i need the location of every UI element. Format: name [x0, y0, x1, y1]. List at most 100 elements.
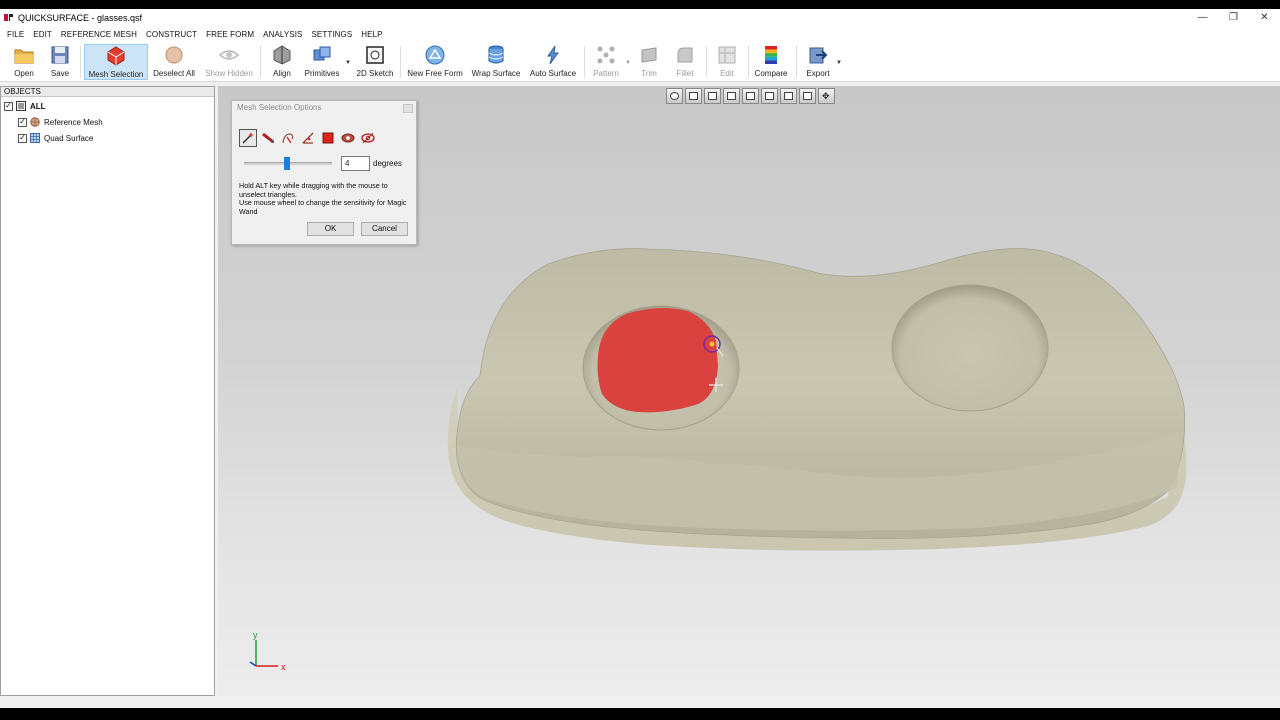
polyline-tool-button[interactable] [299, 129, 317, 147]
align-icon [273, 45, 291, 65]
menu-free-form[interactable]: FREE FORM [206, 30, 254, 39]
top-letterbox [0, 0, 1280, 9]
2d-sketch-button[interactable]: 2D Sketch [356, 44, 394, 80]
degrees-input[interactable]: 4 [341, 156, 370, 171]
brush-icon [262, 132, 275, 144]
reference-mesh-checkbox[interactable]: ✓ [18, 117, 27, 127]
deselect-all-label: Deselect All [153, 69, 195, 78]
hide-eye-icon [341, 133, 355, 143]
rectangle-tool-button[interactable] [319, 129, 337, 147]
align-button[interactable]: Align [268, 44, 296, 80]
primitives-button[interactable]: Primitives [304, 44, 340, 80]
axis-y-label: y [253, 630, 258, 640]
auto-surface-label: Auto Surface [529, 69, 577, 78]
new-free-form-label: New Free Form [407, 69, 463, 78]
rectangle-select-icon [322, 132, 334, 144]
separator [80, 46, 81, 78]
separator [706, 46, 707, 78]
show-hidden-button[interactable]: Show Hidden [204, 44, 254, 80]
all-checkbox[interactable]: ✓ [4, 101, 13, 111]
reference-mesh-label: Reference Mesh [44, 117, 103, 127]
compare-button[interactable]: Compare [754, 44, 788, 80]
objects-header: OBJECTS [1, 87, 214, 97]
quad-grid-icon [30, 133, 40, 143]
separator [400, 46, 401, 78]
fillet-button[interactable]: Fillet [672, 44, 698, 80]
hint-line-1: Hold ALT key while dragging with the mou… [239, 181, 388, 199]
edit-button[interactable]: Edit [714, 44, 740, 80]
open-button[interactable]: Open [8, 44, 40, 80]
primitives-dropdown-icon[interactable]: ▼ [345, 60, 351, 66]
app-logo-icon [3, 12, 14, 23]
hide-selected-button[interactable] [339, 129, 357, 147]
primitives-icon [313, 46, 331, 61]
export-dropdown-icon[interactable]: ▼ [836, 60, 842, 66]
sketch-icon [366, 46, 384, 64]
show-selected-button[interactable] [359, 129, 377, 147]
menu-settings[interactable]: SETTINGS [311, 30, 352, 39]
pattern-button[interactable]: Pattern [590, 44, 622, 80]
quad-surface-checkbox[interactable]: ✓ [18, 133, 27, 143]
axis-x-label: x [281, 662, 286, 672]
magic-wand-tool-button[interactable] [239, 129, 257, 147]
edit-icon [718, 46, 736, 64]
axis-triad: y x [249, 630, 286, 672]
tree-item-reference-mesh[interactable]: ✓ Reference Mesh [18, 116, 103, 128]
menu-edit[interactable]: EDIT [33, 30, 52, 39]
selected-triangles-region [597, 308, 718, 413]
export-button[interactable]: Export [804, 44, 832, 80]
menu-help[interactable]: HELP [361, 30, 382, 39]
separator [796, 46, 797, 78]
sensitivity-slider-thumb[interactable] [284, 157, 290, 170]
lasso-tool-button[interactable] [279, 129, 297, 147]
main-toolbar: Open Save Mesh Selection Deselect All Sh… [0, 42, 1280, 82]
show-hidden-label: Show Hidden [205, 69, 253, 78]
polyline-select-icon [302, 132, 314, 144]
pattern-dropdown-icon[interactable]: ▼ [625, 60, 631, 66]
compare-label: Compare [754, 69, 788, 78]
window-title: QUICKSURFACE - glasses.qsf [18, 12, 143, 23]
menu-analysis[interactable]: ANALYSIS [263, 30, 302, 39]
trim-icon [641, 47, 657, 63]
restore-icon[interactable]: ❐ [1218, 9, 1249, 26]
cancel-button[interactable]: Cancel [361, 222, 408, 236]
lasso-icon [282, 133, 294, 144]
right-lens-pad [891, 284, 1049, 412]
hint-line-2: Use mouse wheel to change the sensitivit… [239, 198, 407, 216]
cursor-hotspot [709, 341, 715, 347]
open-label: Open [14, 69, 34, 78]
minimize-icon[interactable]: — [1187, 9, 1218, 26]
lightning-icon [547, 45, 559, 65]
dialog-title-text: Mesh Selection Options [237, 103, 322, 112]
dialog-close-icon[interactable] [403, 104, 413, 113]
save-button[interactable]: Save [46, 44, 74, 80]
selection-tools [239, 129, 379, 147]
tree-item-quad-surface[interactable]: ✓ Quad Surface [18, 132, 93, 144]
app-window: QUICKSURFACE - glasses.qsf — ❐ ✕ FILE ED… [0, 9, 1280, 708]
menu-reference-mesh[interactable]: REFERENCE MESH [61, 30, 137, 39]
trim-button[interactable]: Trim [636, 44, 662, 80]
tree-root-all[interactable]: ✓ ALL [4, 100, 46, 112]
menu-file[interactable]: FILE [7, 30, 24, 39]
2d-sketch-label: 2D Sketch [356, 69, 394, 78]
title-bar: QUICKSURFACE - glasses.qsf — ❐ ✕ [0, 9, 1280, 26]
save-label: Save [50, 69, 70, 78]
export-label: Export [806, 69, 830, 78]
wrap-surface-button[interactable]: Wrap Surface [470, 44, 522, 80]
pattern-label: Pattern [593, 69, 619, 78]
fillet-label: Fillet [676, 69, 694, 78]
dialog-title: Mesh Selection Options [232, 101, 416, 115]
tree-root-label: ALL [30, 101, 46, 111]
objects-panel: OBJECTS ✓ ALL ✓ Reference Mesh ✓ Quad Su… [0, 86, 215, 696]
align-label: Align [273, 69, 291, 78]
auto-surface-button[interactable]: Auto Surface [528, 44, 578, 80]
wrap-surface-label: Wrap Surface [471, 69, 521, 78]
mesh-selection-button[interactable]: Mesh Selection [84, 44, 148, 80]
brush-tool-button[interactable] [259, 129, 277, 147]
close-icon[interactable]: ✕ [1249, 9, 1280, 26]
deselect-all-button[interactable]: Deselect All [152, 44, 196, 80]
trim-label: Trim [641, 69, 657, 78]
ok-button[interactable]: OK [307, 222, 354, 236]
new-free-form-button[interactable]: New Free Form [407, 44, 463, 80]
menu-construct[interactable]: CONSTRUCT [146, 30, 197, 39]
